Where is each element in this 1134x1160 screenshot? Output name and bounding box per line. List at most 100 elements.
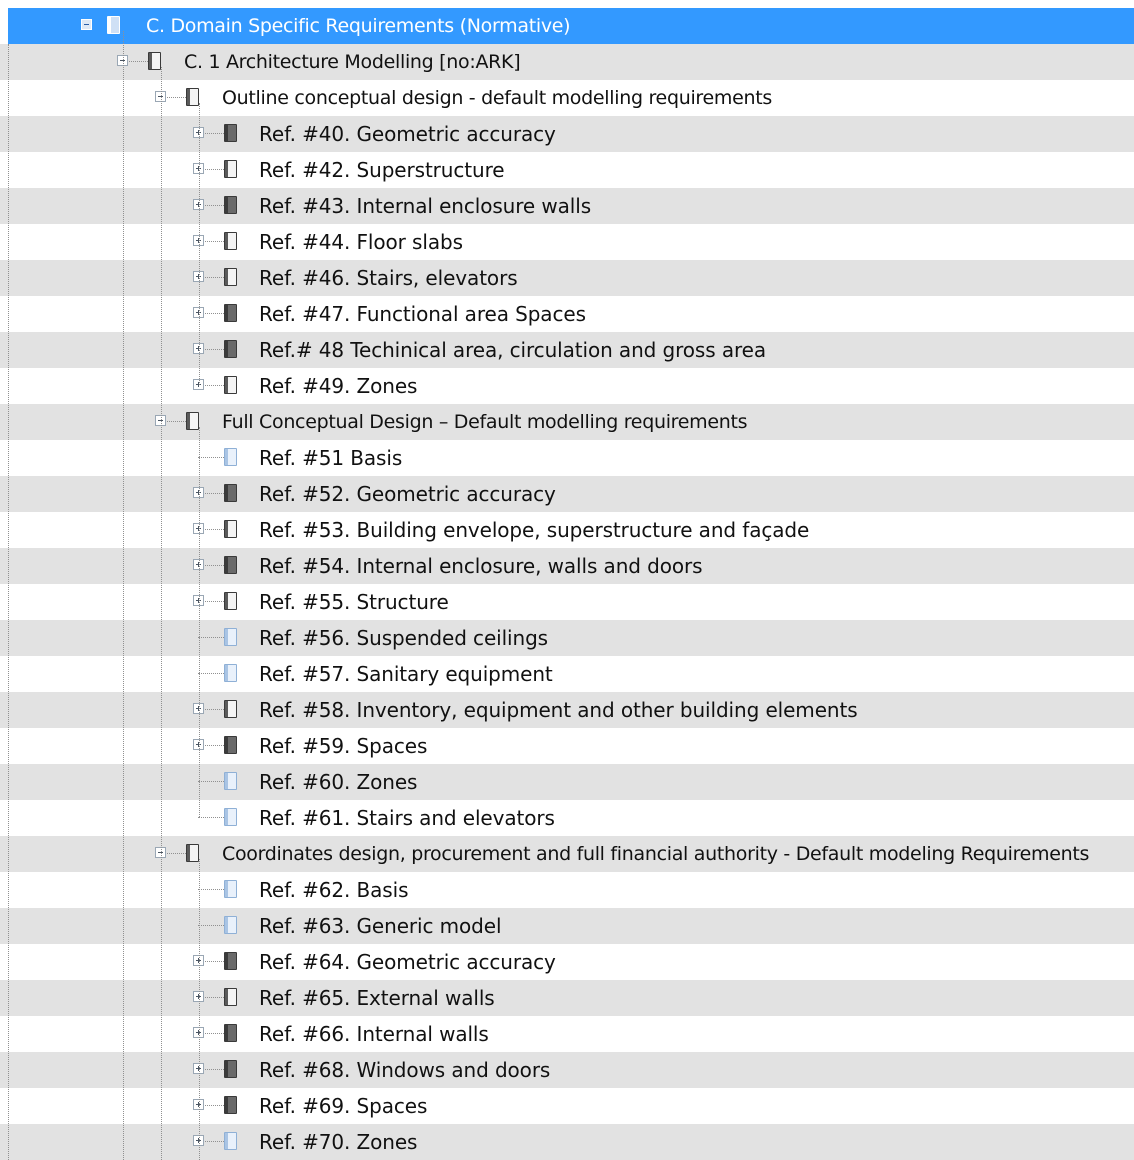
tree-guide-line xyxy=(123,31,124,1160)
tree-row-ref-58-inventory-equipment-and-other-bui[interactable]: Ref. #58. Inventory, equipment and other… xyxy=(0,692,1134,728)
document-icon xyxy=(224,268,237,286)
document-light-icon xyxy=(224,808,237,826)
tree-connector-line xyxy=(198,817,224,818)
tree-row-label: Ref. #61. Stairs and elevators xyxy=(259,806,555,830)
document-icon xyxy=(224,160,237,178)
document-icon xyxy=(186,844,199,862)
document-light-icon xyxy=(224,1132,237,1150)
document-dark-icon xyxy=(224,1096,237,1114)
tree-connector-line xyxy=(198,637,224,638)
document-light-icon xyxy=(224,916,237,934)
tree-row-ref-65-external-walls[interactable]: Ref. #65. External walls xyxy=(0,980,1134,1016)
tree-row-label: Ref. #49. Zones xyxy=(259,374,418,398)
tree-row-label: Ref. #60. Zones xyxy=(259,770,418,794)
tree-row-c-1-architecture-modelling-no-ark[interactable]: C. 1 Architecture Modelling [no:ARK] xyxy=(0,44,1134,80)
tree-row-ref-61-stairs-and-elevators[interactable]: Ref. #61. Stairs and elevators xyxy=(0,800,1134,836)
tree-row-label: Ref. #55. Structure xyxy=(259,590,449,614)
tree-row-ref-43-internal-enclosure-walls[interactable]: Ref. #43. Internal enclosure walls xyxy=(0,188,1134,224)
tree-row-ref-59-spaces[interactable]: Ref. #59. Spaces xyxy=(0,728,1134,764)
tree-row-label: Ref. #65. External walls xyxy=(259,986,495,1010)
document-light-icon xyxy=(224,880,237,898)
tree-row-label: C. Domain Specific Requirements (Normati… xyxy=(146,15,571,37)
document-icon xyxy=(224,376,237,394)
tree-row-ref-49-zones[interactable]: Ref. #49. Zones xyxy=(0,368,1134,404)
tree-row-ref-48-techinical-area-circulation-and-g[interactable]: Ref.# 48 Techinical area, circulation an… xyxy=(0,332,1134,368)
document-dark-icon xyxy=(224,484,237,502)
tree-row-label: Full Conceptual Design – Default modelli… xyxy=(222,411,748,433)
tree-row-full-conceptual-design-default-modelling[interactable]: Full Conceptual Design – Default modelli… xyxy=(0,404,1134,440)
tree-connector-line xyxy=(198,925,224,926)
document-dark-icon xyxy=(224,124,237,142)
tree-row-label: Ref. #69. Spaces xyxy=(259,1094,428,1118)
document-light-icon xyxy=(224,448,237,466)
tree-row-ref-47-functional-area-spaces[interactable]: Ref. #47. Functional area Spaces xyxy=(0,296,1134,332)
document-icon xyxy=(107,16,120,34)
tree-row-ref-70-zones[interactable]: Ref. #70. Zones xyxy=(0,1124,1134,1160)
tree-row-ref-54-internal-enclosure-walls-and-door[interactable]: Ref. #54. Internal enclosure, walls and … xyxy=(0,548,1134,584)
tree-row-ref-62-basis[interactable]: Ref. #62. Basis xyxy=(0,872,1134,908)
collapse-icon[interactable] xyxy=(81,19,92,30)
tree-guide-line xyxy=(199,103,200,385)
tree-row-coordinates-design-procurement-and-full-[interactable]: Coordinates design, procurement and full… xyxy=(0,836,1134,872)
document-dark-icon xyxy=(224,1060,237,1078)
tree-row-ref-56-suspended-ceilings[interactable]: Ref. #56. Suspended ceilings xyxy=(0,620,1134,656)
tree-guide-line xyxy=(199,859,200,1160)
tree-guide-line xyxy=(161,67,162,1160)
tree-row-ref-46-stairs-elevators[interactable]: Ref. #46. Stairs, elevators xyxy=(0,260,1134,296)
tree-row-label: Ref. #44. Floor slabs xyxy=(259,230,463,254)
tree-row-label: Ref. #58. Inventory, equipment and other… xyxy=(259,698,858,722)
tree-row-label: Ref. #40. Geometric accuracy xyxy=(259,122,556,146)
tree-row-label: Ref. #59. Spaces xyxy=(259,734,428,758)
tree-row-ref-51-basis[interactable]: Ref. #51 Basis xyxy=(0,440,1134,476)
document-icon xyxy=(224,232,237,250)
tree-row-label: Ref. #64. Geometric accuracy xyxy=(259,950,556,974)
tree-row-ref-40-geometric-accuracy[interactable]: Ref. #40. Geometric accuracy xyxy=(0,116,1134,152)
tree-row-ref-64-geometric-accuracy[interactable]: Ref. #64. Geometric accuracy xyxy=(0,944,1134,980)
tree-connector-line xyxy=(198,457,224,458)
tree-connector-line xyxy=(198,673,224,674)
document-dark-icon xyxy=(224,304,237,322)
tree-left-edge xyxy=(8,44,9,1160)
document-light-icon xyxy=(224,664,237,682)
tree-row-ref-42-superstructure[interactable]: Ref. #42. Superstructure xyxy=(0,152,1134,188)
document-dark-icon xyxy=(224,196,237,214)
tree-row-outline-conceptual-design-default-modell[interactable]: Outline conceptual design - default mode… xyxy=(0,80,1134,116)
tree-guide-line xyxy=(199,427,200,817)
document-light-icon xyxy=(224,772,237,790)
tree-row-ref-63-generic-model[interactable]: Ref. #63. Generic model xyxy=(0,908,1134,944)
tree-row-label: C. 1 Architecture Modelling [no:ARK] xyxy=(184,51,521,73)
document-icon xyxy=(224,520,237,538)
tree-row-ref-66-internal-walls[interactable]: Ref. #66. Internal walls xyxy=(0,1016,1134,1052)
tree-row-ref-44-floor-slabs[interactable]: Ref. #44. Floor slabs xyxy=(0,224,1134,260)
tree-row-ref-68-windows-and-doors[interactable]: Ref. #68. Windows and doors xyxy=(0,1052,1134,1088)
tree-row-label: Ref. #52. Geometric accuracy xyxy=(259,482,556,506)
tree-row-ref-69-spaces[interactable]: Ref. #69. Spaces xyxy=(0,1088,1134,1124)
tree-row-label: Ref. #42. Superstructure xyxy=(259,158,505,182)
tree-row-c-domain-specific-requirements-normative[interactable]: C. Domain Specific Requirements (Normati… xyxy=(8,8,1134,44)
document-icon xyxy=(186,88,199,106)
tree-row-ref-60-zones[interactable]: Ref. #60. Zones xyxy=(0,764,1134,800)
tree-row-label: Ref. #62. Basis xyxy=(259,878,409,902)
tree-row-label: Ref. #46. Stairs, elevators xyxy=(259,266,518,290)
tree-row-ref-57-sanitary-equipment[interactable]: Ref. #57. Sanitary equipment xyxy=(0,656,1134,692)
document-icon xyxy=(148,52,161,70)
tree-row-label: Ref.# 48 Techinical area, circulation an… xyxy=(259,338,767,362)
tree-row-label: Ref. #54. Internal enclosure, walls and … xyxy=(259,554,703,578)
tree-row-label: Ref. #66. Internal walls xyxy=(259,1022,489,1046)
requirements-tree[interactable]: C. Domain Specific Requirements (Normati… xyxy=(0,0,1134,1160)
tree-row-label: Ref. #70. Zones xyxy=(259,1130,418,1154)
document-icon xyxy=(224,988,237,1006)
tree-row-ref-52-geometric-accuracy[interactable]: Ref. #52. Geometric accuracy xyxy=(0,476,1134,512)
document-icon xyxy=(224,700,237,718)
tree-row-label: Ref. #53. Building envelope, superstruct… xyxy=(259,518,810,542)
document-dark-icon xyxy=(224,556,237,574)
tree-connector-line xyxy=(198,781,224,782)
tree-row-ref-55-structure[interactable]: Ref. #55. Structure xyxy=(0,584,1134,620)
tree-row-ref-53-building-envelope-superstructure-[interactable]: Ref. #53. Building envelope, superstruct… xyxy=(0,512,1134,548)
tree-row-label: Ref. #43. Internal enclosure walls xyxy=(259,194,592,218)
tree-row-label: Outline conceptual design - default mode… xyxy=(222,87,772,109)
document-light-icon xyxy=(224,628,237,646)
document-dark-icon xyxy=(224,952,237,970)
document-dark-icon xyxy=(224,340,237,358)
tree-connector-line xyxy=(198,889,224,890)
